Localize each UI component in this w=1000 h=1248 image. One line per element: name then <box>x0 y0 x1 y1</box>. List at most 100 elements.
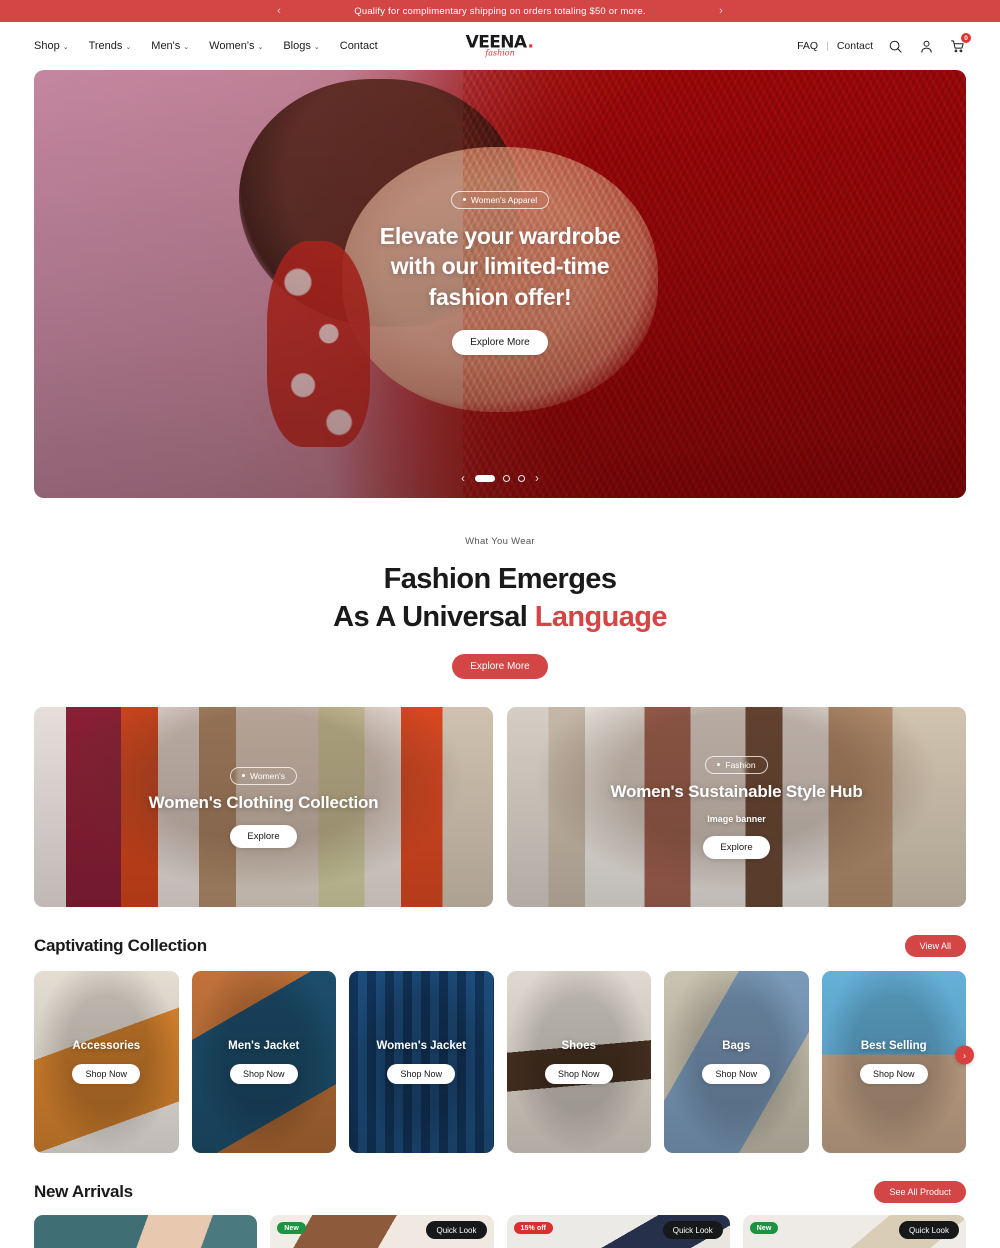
view-all-button[interactable]: View All <box>904 935 966 958</box>
nav-item-blogs[interactable]: Blogs ⌄ <box>283 40 319 52</box>
header-link-separator: | <box>826 40 829 52</box>
collection-card-best-selling[interactable]: Best Selling Shop Now <box>821 971 967 1154</box>
product-card[interactable]: New Quick Look <box>742 1215 966 1248</box>
banner-card-sustainable-style[interactable]: Fashion Women's Sustainable Style Hub Im… <box>507 707 966 908</box>
nav-label: Women's <box>209 40 255 52</box>
banner-title: Women's Sustainable Style Hub <box>610 781 863 801</box>
search-icon[interactable] <box>886 37 904 55</box>
collection-content: Accessories Shop Now <box>34 971 179 1153</box>
announcement-bar: ‹ Qualify for complimentary shipping on … <box>0 0 1000 22</box>
intro-heading: Fashion Emerges As A Universal Language <box>0 561 1000 636</box>
collection-content: Women's Jacket Shop Now <box>349 971 494 1153</box>
collection-content: Best Selling Shop Now <box>822 971 967 1153</box>
product-badge-new: New <box>749 1222 779 1235</box>
header-link-faq[interactable]: FAQ <box>797 40 818 52</box>
intro-heading-line-1: Fashion Emerges <box>383 563 617 595</box>
product-card[interactable]: New Quick Look <box>270 1215 494 1248</box>
banner-cards: Women's Women's Clothing Collection Expl… <box>0 679 1000 908</box>
header-actions: FAQ | Contact 0 <box>797 33 971 55</box>
quick-look-button[interactable]: Quick Look <box>898 1221 959 1240</box>
cart-icon[interactable]: 0 <box>948 33 971 55</box>
logo-dot: . <box>526 31 535 54</box>
quick-look-button[interactable]: Quick Look <box>662 1221 723 1240</box>
collection-card-shoes[interactable]: Shoes Shop Now <box>506 971 652 1154</box>
banner-card-womens-clothing[interactable]: Women's Women's Clothing Collection Expl… <box>34 707 493 908</box>
collection-card-mens-jacket[interactable]: Men's Jacket Shop Now <box>191 971 337 1154</box>
see-all-product-button[interactable]: See All Product <box>874 1181 966 1204</box>
banner-explore-button[interactable]: Explore <box>230 824 297 848</box>
shop-now-button[interactable]: Shop Now <box>387 1064 456 1085</box>
banner-badge: Fashion <box>705 755 768 774</box>
hero-dots <box>475 474 525 482</box>
cart-count-badge: 0 <box>961 33 971 43</box>
banner-explore-button[interactable]: Explore <box>703 835 770 859</box>
new-arrivals-row: New Quick Look 15% off Quick Look New Qu… <box>0 1203 1000 1248</box>
account-icon[interactable] <box>917 37 935 55</box>
main-navigation: Shop ⌄ Trends ⌄ Men's ⌄ Women's ⌄ Blogs ⌄ Con… <box>34 40 378 52</box>
collection-next-icon[interactable]: › <box>955 1045 974 1065</box>
product-card[interactable] <box>34 1215 258 1248</box>
intro-heading-accent: Language <box>534 600 668 633</box>
banner-badge-label: Fashion <box>725 759 756 770</box>
header-link-contact[interactable]: Contact <box>837 40 873 52</box>
quick-look-button[interactable]: Quick Look <box>426 1221 487 1240</box>
hero-dot-2[interactable] <box>503 474 510 482</box>
chevron-down-icon: ⌄ <box>62 44 69 51</box>
shop-now-button[interactable]: Shop Now <box>859 1064 928 1085</box>
shop-now-button[interactable]: Shop Now <box>702 1064 771 1085</box>
nav-item-contact[interactable]: Contact <box>340 40 378 52</box>
banner-content: Fashion Women's Sustainable Style Hub Im… <box>507 707 966 907</box>
hero-badge-label: Women's Apparel <box>470 194 538 205</box>
collection-title: Men's Jacket <box>228 1040 300 1053</box>
collection-title: Bags <box>722 1040 751 1053</box>
collection-card-womens-jacket[interactable]: Women's Jacket Shop Now <box>349 971 494 1154</box>
nav-item-shop[interactable]: Shop ⌄ <box>34 40 69 52</box>
hero-next-icon[interactable]: › <box>535 472 539 484</box>
collection-content: Bags Shop Now <box>664 971 809 1153</box>
hero-category-badge: Women's Apparel <box>450 190 550 209</box>
intro-heading-line-2: As A Universal <box>333 600 535 633</box>
hero-dot-3[interactable] <box>518 474 525 482</box>
hero-explore-more-button[interactable]: Explore More <box>452 330 548 356</box>
announcement-next-icon[interactable]: › <box>710 0 732 22</box>
captivating-collection-title: Captivating Collection <box>34 936 207 956</box>
announcement-prev-icon[interactable]: ‹ <box>268 0 290 22</box>
banner-content: Women's Women's Clothing Collection Expl… <box>34 707 493 907</box>
collection-card-bags[interactable]: Bags Shop Now <box>664 971 809 1154</box>
hero-carousel: Women's Apparel Elevate your wardrobe wi… <box>34 70 966 498</box>
hero-content: Women's Apparel Elevate your wardrobe wi… <box>34 70 966 498</box>
collection-card-row: Accessories Shop Now Men's Jacket Shop N… <box>0 957 1000 1154</box>
product-badge-new: New <box>277 1222 306 1235</box>
nav-label: Contact <box>339 40 378 52</box>
nav-item-trends[interactable]: Trends ⌄ <box>89 40 132 52</box>
collection-card-accessories[interactable]: Accessories Shop Now <box>34 971 179 1154</box>
chevron-down-icon: ⌄ <box>125 44 132 51</box>
intro-eyebrow: What You Wear <box>465 536 535 547</box>
collection-content: Shoes Shop Now <box>507 971 652 1153</box>
header-links: FAQ | Contact <box>797 40 873 52</box>
shop-now-button[interactable]: Shop Now <box>544 1064 613 1085</box>
product-badge-discount: 15% off <box>513 1222 554 1235</box>
shop-now-button[interactable]: Shop Now <box>72 1064 141 1085</box>
hero-heading-line-1: Elevate your wardrobe <box>379 222 621 249</box>
hero-dot-1[interactable] <box>475 474 495 482</box>
banner-subtitle: Image banner <box>707 813 766 824</box>
collection-content: Men's Jacket Shop Now <box>192 971 337 1153</box>
site-logo[interactable]: VEENA. fashion <box>466 31 535 58</box>
shop-now-button[interactable]: Shop Now <box>229 1064 298 1085</box>
hero-heading-line-2: with our limited-time <box>390 253 610 280</box>
bullet-dot-icon <box>717 763 721 767</box>
product-card[interactable]: 15% off Quick Look <box>506 1215 730 1248</box>
nav-item-mens[interactable]: Men's ⌄ <box>151 40 189 52</box>
new-arrivals-header: New Arrivals See All Product <box>0 1153 1000 1204</box>
captivating-collection-header: Captivating Collection View All <box>0 907 1000 958</box>
bullet-dot-icon <box>462 198 466 202</box>
nav-label: Trends <box>88 40 123 52</box>
intro-explore-more-button[interactable]: Explore More <box>452 654 548 680</box>
banner-title: Women's Clothing Collection <box>148 792 379 812</box>
chevron-down-icon: ⌄ <box>313 44 320 51</box>
hero-prev-icon[interactable]: ‹ <box>461 472 465 484</box>
collection-title: Shoes <box>561 1040 596 1053</box>
collection-title: Women's Jacket <box>376 1040 466 1053</box>
nav-item-womens[interactable]: Women's ⌄ <box>209 40 263 52</box>
